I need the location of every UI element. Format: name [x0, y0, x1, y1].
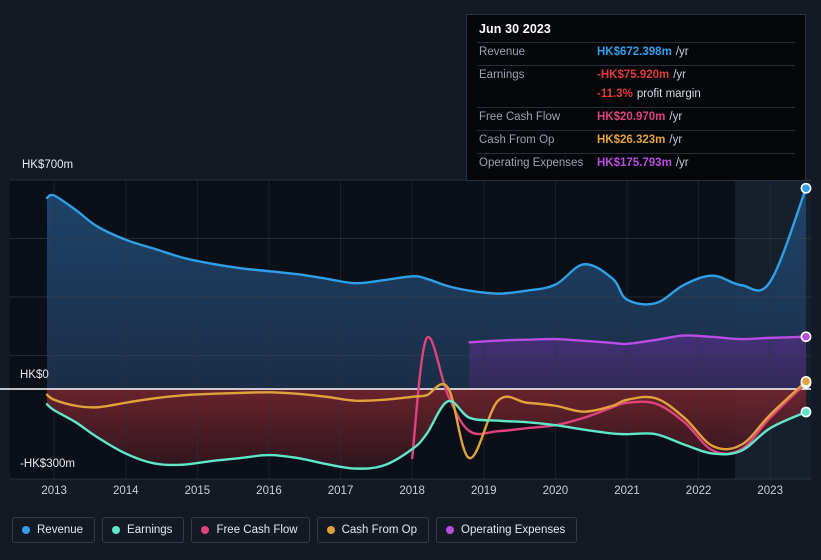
tooltip-row-unit: /yr [669, 134, 683, 146]
tooltip-row-value: -HK$75.920m [597, 69, 670, 81]
chart-legend: Revenue Earnings Free Cash Flow Cash From O… [12, 517, 578, 543]
legend-color-dot-icon [112, 526, 121, 534]
x-axis-tick-2023: 2023 [757, 485, 783, 497]
tooltip-row-value: HK$672.398m [597, 46, 672, 58]
legend-item-revenue[interactable]: Revenue [12, 517, 96, 543]
legend-item-label: Operating Expenses [461, 524, 566, 536]
legend-item-free-cash-flow[interactable]: Free Cash Flow [191, 517, 310, 543]
x-axis-tick-2020: 2020 [542, 485, 569, 497]
legend-item-cash-from-op[interactable]: Cash From Op [316, 517, 430, 543]
tooltip-row-free-cash-flow: Free Cash Flow HK$20.970m/yr [477, 107, 795, 130]
tooltip-row-unit: /yr [669, 111, 683, 123]
tooltip-row-label: Revenue [479, 46, 526, 58]
tooltip-row-value: HK$20.970m [597, 111, 666, 123]
tooltip-row-unit: /yr [675, 46, 689, 58]
legend-color-dot-icon [22, 526, 30, 534]
x-axis-tick-2022: 2022 [685, 485, 712, 497]
x-axis-tick-2016: 2016 [256, 485, 282, 497]
tooltip-row-label: Earnings [479, 69, 525, 81]
legend-item-operating-expenses[interactable]: Operating Expenses [436, 517, 578, 543]
y-axis-label-top: HK$700m [22, 159, 74, 171]
tooltip-row-cash-from-op: Cash From Op HK$26.323m/yr [477, 130, 795, 153]
legend-item-label: Cash From Op [341, 524, 418, 536]
legend-item-label: Free Cash Flow [216, 524, 298, 536]
tooltip-row-unit: /yr [675, 157, 689, 169]
tooltip-date: Jun 30 2023 [479, 22, 551, 36]
legend-color-dot-icon [201, 526, 210, 534]
tooltip-row-unit: profit margin [636, 88, 701, 100]
legend-color-dot-icon [446, 526, 455, 534]
tooltip-row-revenue: Revenue HK$672.398m/yr [477, 42, 795, 65]
tooltip-row-profit-margin: -11.3% profit margin [477, 88, 795, 107]
tooltip-row-label: Free Cash Flow [479, 111, 561, 123]
legend-item-label: Revenue [37, 524, 84, 536]
legend-item-label: Earnings [127, 524, 173, 536]
tooltip-row-earnings: Earnings -HK$75.920m/yr [477, 65, 795, 88]
tooltip-row-label: Cash From Op [479, 134, 555, 146]
legend-item-earnings[interactable]: Earnings [102, 517, 185, 543]
data-tooltip-panel: Jun 30 2023 Revenue HK$672.398m/yr Earning… [466, 14, 806, 181]
tooltip-row-value: -11.3% [597, 88, 633, 100]
financial-chart: HK$700m HK$0 -HK$300m 2013 2014 2015 2016 20… [0, 0, 821, 560]
x-axis-tick-2015: 2015 [184, 485, 211, 497]
x-axis-tick-2017: 2017 [327, 485, 354, 497]
tooltip-row-unit: /yr [673, 69, 687, 81]
y-axis-label-zero: HK$0 [20, 369, 49, 381]
x-axis-tick-2021: 2021 [614, 485, 640, 497]
tooltip-row-operating-expenses: Operating Expenses HK$175.793m/yr [477, 153, 795, 176]
tooltip-row-label: Operating Expenses [479, 157, 584, 169]
legend-color-dot-icon [326, 526, 335, 534]
x-axis-tick-2019: 2019 [470, 485, 497, 497]
x-axis-tick-2018: 2018 [399, 485, 425, 497]
tooltip-row-value: HK$175.793m [597, 157, 672, 169]
tooltip-row-value: HK$26.323m [597, 134, 666, 146]
tooltip-rows: Revenue HK$672.398m/yr Earnings -HK$75.920m… [477, 42, 795, 176]
x-axis-tick-2013: 2013 [41, 485, 67, 497]
y-axis-label-bottom: -HK$300m [20, 458, 75, 470]
x-axis-tick-2014: 2014 [112, 485, 139, 497]
